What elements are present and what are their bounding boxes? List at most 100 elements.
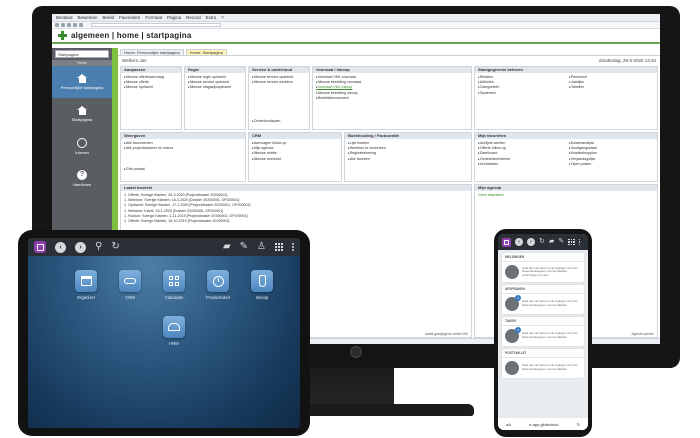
- panel-link[interactable]: Systemen: [478, 91, 563, 96]
- menu-item[interactable]: Beeld: [103, 15, 115, 20]
- app-logo-icon[interactable]: [502, 237, 511, 247]
- menu-item[interactable]: Formaat: [145, 15, 162, 20]
- tile-label: Calculatie: [164, 295, 184, 300]
- card-taken[interactable]: TAKEN 3 Gaat hier een tekst om de ingang…: [502, 317, 584, 346]
- tab-personal-home[interactable]: Home: Persoonlijke startpagina: [120, 49, 184, 55]
- count-badge: 1: [515, 295, 521, 301]
- date-text: donderdag, 26-3-2020 13:34: [598, 57, 656, 63]
- globe-icon: [77, 137, 87, 148]
- panel-link[interactable]: Nieuwe service werkbon: [252, 80, 306, 85]
- agenda-empty-link[interactable]: Geen afspraken: [475, 191, 657, 199]
- panel-link[interactable]: Alle projectdossiers en orders: [124, 146, 242, 151]
- refresh-icon[interactable]: ↻: [111, 242, 119, 252]
- sidebar-item-label: Persoonlijke startpagina: [60, 85, 104, 90]
- tools-icon[interactable]: ✎: [240, 242, 248, 252]
- card-postvak-uit[interactable]: POSTVAK-UIT Gaat hier een tekst om de in…: [502, 349, 584, 378]
- print-icon[interactable]: [79, 23, 83, 27]
- menu-item[interactable]: Extra: [206, 15, 217, 20]
- more-icon[interactable]: [292, 243, 294, 251]
- welcome-text: Welkom Jan: [122, 57, 147, 63]
- tile-label: Inkoop: [255, 295, 269, 300]
- tools-icon[interactable]: ✎: [558, 237, 564, 247]
- menu-item[interactable]: Pagina: [167, 15, 181, 20]
- tablet-screen: ‹ › ⚲ ↻ ▰ ✎ ♙ Organizer CRM Calculatie P…: [28, 238, 300, 428]
- tab-startpagina[interactable]: Home: Startpagina: [185, 49, 227, 55]
- text-size-button[interactable]: aA: [506, 422, 511, 427]
- address-bar[interactable]: [91, 23, 221, 27]
- chat-icon[interactable]: ▰: [549, 237, 554, 247]
- sidebar-item-personal-home[interactable]: Persoonlijke startpagina: [52, 66, 112, 98]
- refresh-icon[interactable]: ↻: [539, 237, 545, 247]
- panel-link[interactable]: Onderhoudsplan: [252, 119, 306, 124]
- panel-stamgegevens: Stamgegevens beheren Relaties Artikelen …: [474, 66, 658, 130]
- sidebar-item-internet[interactable]: Internet: [52, 130, 112, 162]
- tile-productiviteit[interactable]: Productiviteit: [198, 270, 238, 300]
- phone-screen: ‹ › ↻ ▰ ✎ MELDINGEN Gaat hier een tekst …: [498, 234, 588, 430]
- tile-inkoop[interactable]: Inkoop: [242, 270, 282, 300]
- tile-label: HRM: [169, 341, 179, 346]
- forward-icon[interactable]: ›: [75, 241, 86, 253]
- sidebar-select[interactable]: Startpagina: [55, 50, 109, 58]
- handshake-icon: [124, 278, 136, 284]
- search-icon[interactable]: ⚲: [95, 242, 102, 252]
- panel-favorieten: Mijn favorieten Uurlijste werken Offerte…: [474, 132, 658, 182]
- menu-item[interactable]: Favorieten: [119, 15, 140, 20]
- phone-topbar: ‹ › ↻ ▰ ✎: [498, 234, 588, 250]
- panel-link[interactable]: Gîte portaal: [124, 167, 242, 172]
- back-icon[interactable]: ‹: [55, 241, 66, 253]
- panel-link[interactable]: Tabellen: [569, 85, 654, 90]
- tile-organizer[interactable]: Organizer: [66, 270, 106, 300]
- tile-hrm[interactable]: HRM: [154, 316, 194, 346]
- panel-link[interactable]: Open posten: [569, 162, 654, 167]
- agenda-open-link[interactable]: Agenda openen: [631, 332, 654, 336]
- user-icon[interactable]: ♙: [257, 242, 266, 252]
- panel-link[interactable]: Nieuwe magazijnopdracht: [188, 85, 242, 90]
- sidebar-item-label: Handboek: [72, 181, 92, 187]
- panel-link[interactable]: Nieuwe overzicht: [252, 157, 338, 162]
- apps-grid-icon[interactable]: [568, 238, 575, 246]
- tile-calculatie[interactable]: Calculatie: [154, 270, 194, 300]
- more-icon[interactable]: [578, 238, 581, 246]
- reload-icon[interactable]: ↻: [577, 422, 580, 427]
- sidebar-item-label: Internet: [75, 149, 89, 155]
- recent-item[interactable]: 1. Offerte: Sverige Klanten, 18-10-2019 …: [124, 219, 468, 224]
- menu-item[interactable]: Bestand: [56, 15, 73, 20]
- menu-item[interactable]: Bewerken: [78, 15, 98, 20]
- card-meldingen[interactable]: MELDINGEN Gaat hier een tekst om de inga…: [502, 253, 584, 282]
- card-title: TAKEN: [502, 317, 584, 326]
- sidebar-item-startpagina[interactable]: Startpagina: [52, 98, 112, 130]
- outbox-icon: [505, 361, 519, 375]
- monitor-neck: [310, 368, 394, 408]
- power-button: [350, 346, 362, 358]
- menu-item[interactable]: ?: [221, 15, 224, 20]
- panel-link[interactable]: Nieuwe opdracht: [124, 85, 178, 90]
- apps-grid-icon[interactable]: [275, 243, 283, 251]
- back-icon[interactable]: [55, 23, 59, 27]
- tile-crm[interactable]: CRM: [110, 270, 150, 300]
- panel-link[interactable]: Alle facturen: [348, 157, 468, 162]
- panel-service: Service & onderhoud Nieuwe service opdra…: [248, 66, 310, 130]
- phone-device: ‹ › ↻ ▰ ✎ MELDINGEN Gaat hier een tekst …: [494, 229, 592, 437]
- forward-icon[interactable]: [61, 23, 65, 27]
- tablet-device: ‹ › ⚲ ↻ ▰ ✎ ♙ Organizer CRM Calculatie P…: [18, 230, 310, 436]
- card-afspraken[interactable]: AFSPRAKEN 1 Gaat hier een tekst om de in…: [502, 285, 584, 314]
- panel-voorraad: Voorraad / Inkoop Voorraad VML voorraad …: [312, 66, 472, 130]
- menu-item[interactable]: Record: [186, 15, 201, 20]
- phone-url-bar[interactable]: aA e-app.gildecloud ↻: [498, 418, 588, 430]
- refresh-icon[interactable]: [67, 23, 71, 27]
- panel-link[interactable]: Bestellabonnement: [316, 96, 468, 101]
- timer-icon: [212, 275, 224, 287]
- browser-menubar: Bestand Bewerken Beeld Favorieten Formaa…: [52, 14, 660, 22]
- calendar-icon: 1: [505, 295, 521, 311]
- sidebar-item-label: Startpagina: [71, 117, 93, 122]
- panel-link[interactable]: Urenbladen: [478, 162, 563, 167]
- app-logo-icon[interactable]: [34, 241, 46, 253]
- panel-footer-link[interactable]: Laatst gewijzigd en verder 000: [425, 332, 468, 336]
- home-icon: [77, 106, 87, 115]
- chat-icon[interactable]: ▰: [223, 242, 231, 252]
- tile-label: Organizer: [76, 295, 96, 300]
- forward-icon[interactable]: ›: [527, 238, 535, 246]
- sidebar-item-handboek[interactable]: ? Handboek: [52, 162, 112, 194]
- home-icon[interactable]: [73, 23, 77, 27]
- back-icon[interactable]: ‹: [515, 238, 523, 246]
